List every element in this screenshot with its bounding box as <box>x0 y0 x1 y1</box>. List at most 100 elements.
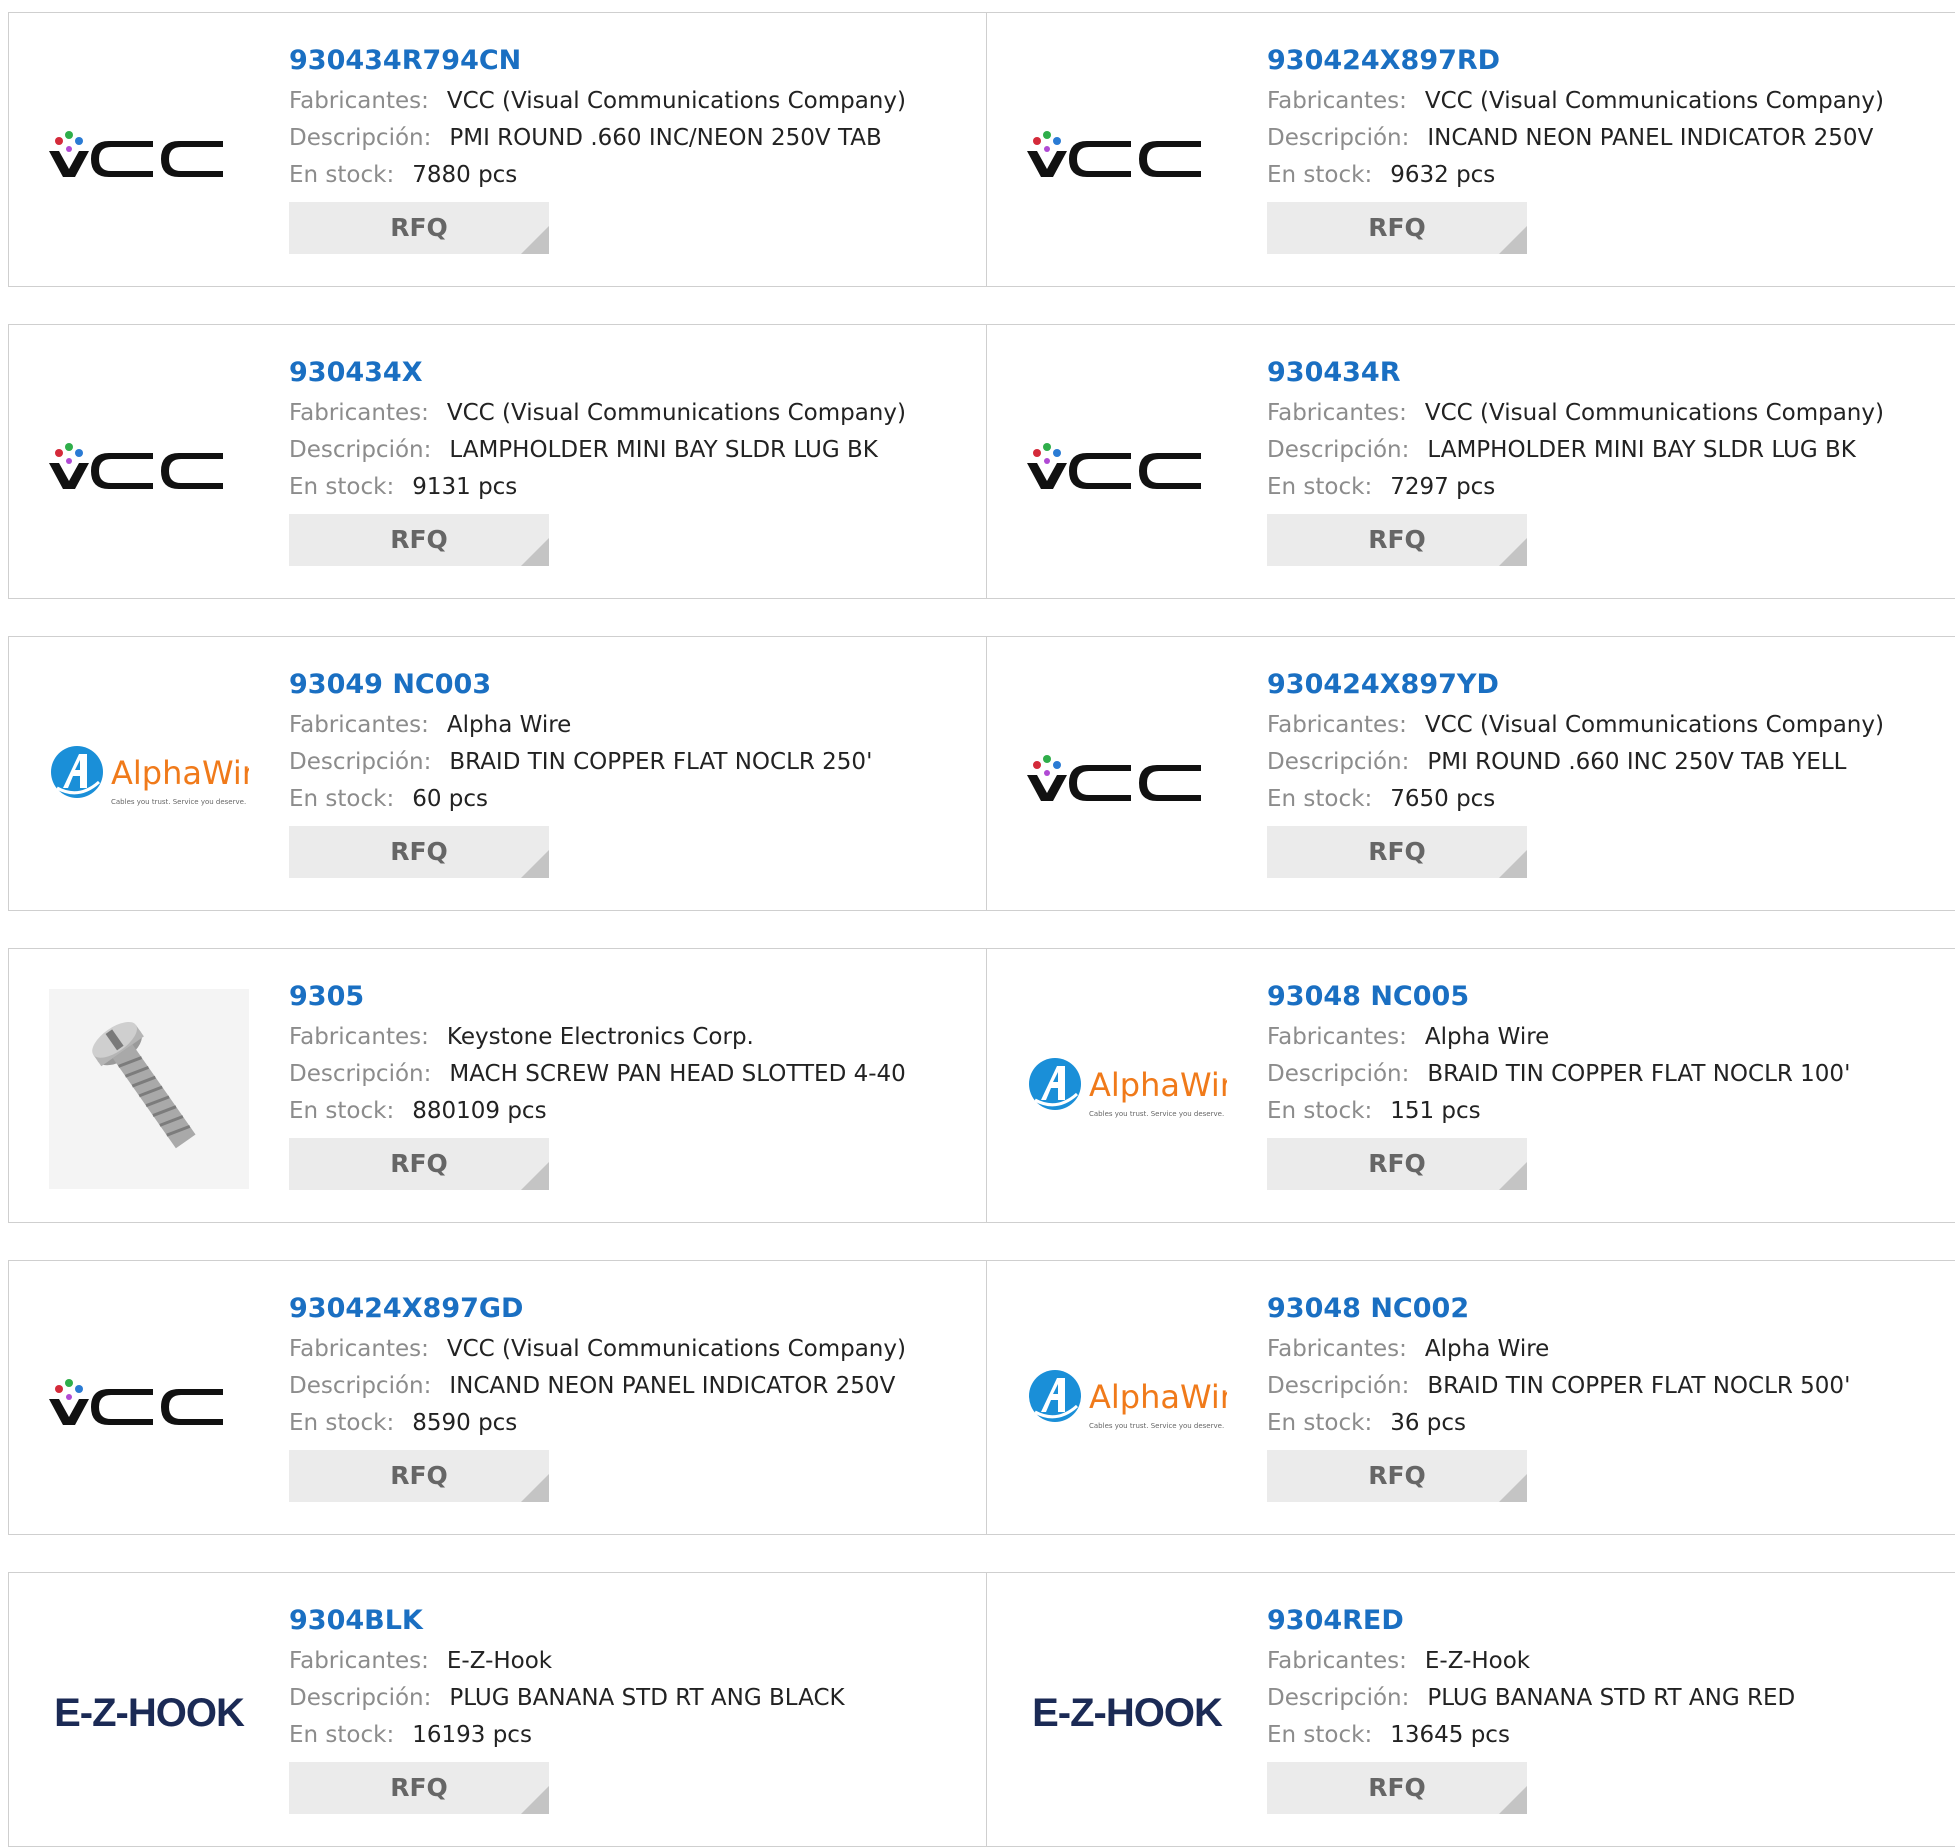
rfq-button[interactable]: RFQ <box>1267 1762 1527 1814</box>
part-number-link[interactable]: 930434R794CN <box>289 43 969 83</box>
description-value: LAMPHOLDER MINI BAY SLDR LUG BK <box>1427 437 1856 463</box>
manufacturer-row: Fabricantes: Alpha Wire <box>1267 1019 1947 1056</box>
brand-logo[interactable]: AlphaWire Cables you trust. Service you d… <box>1027 1301 1227 1501</box>
brand-logo[interactable]: E-Z-HOOK <box>49 1613 249 1813</box>
rfq-button[interactable]: RFQ <box>289 1762 549 1814</box>
manufacturer-value: Alpha Wire <box>1424 1024 1550 1050</box>
manufacturer-row: Fabricantes: E-Z-Hook <box>1267 1643 1947 1680</box>
rfq-label: RFQ <box>1368 837 1426 866</box>
description-value: PLUG BANANA STD RT ANG BLACK <box>449 1685 845 1711</box>
description-row: Descripción: PLUG BANANA STD RT ANG BLACK <box>289 1680 969 1717</box>
description-row: Descripción: PMI ROUND .660 INC 250V TAB … <box>1267 744 1947 781</box>
corner-triangle-icon <box>1499 1786 1527 1814</box>
brand-logo[interactable] <box>1027 365 1227 565</box>
product-card: 930434X Fabricantes: VCC (Visual Communic… <box>9 325 986 598</box>
rfq-button[interactable]: RFQ <box>289 1450 549 1502</box>
vcc-logo-icon <box>1027 131 1201 177</box>
brand-logo[interactable] <box>1027 677 1227 877</box>
product-info: 93048 NC002 Fabricantes: Alpha Wire Descr… <box>1267 1291 1947 1502</box>
stock-label: En stock: <box>289 162 395 188</box>
part-number-link[interactable]: 9305 <box>289 979 969 1019</box>
stock-row: En stock: 7297 pcs <box>1267 469 1947 506</box>
brand-logo[interactable]: AlphaWire Cables you trust. Service you d… <box>1027 989 1227 1189</box>
rfq-button[interactable]: RFQ <box>1267 826 1527 878</box>
description-label: Descripción: <box>289 1685 432 1711</box>
manufacturer-label: Fabricantes: <box>1267 88 1407 114</box>
part-number-link[interactable]: 93048 NC002 <box>1267 1291 1947 1331</box>
description-row: Descripción: BRAID TIN COPPER FLAT NOCLR … <box>1267 1368 1947 1405</box>
part-number-link[interactable]: 9304BLK <box>289 1603 969 1643</box>
part-number-link[interactable]: 930434R <box>1267 355 1947 395</box>
description-row: Descripción: PMI ROUND .660 INC/NEON 250V… <box>289 120 969 157</box>
stock-label: En stock: <box>289 1098 395 1124</box>
brand-logo[interactable] <box>49 365 249 565</box>
rfq-button[interactable]: RFQ <box>289 826 549 878</box>
part-number-link[interactable]: 930424X897YD <box>1267 667 1947 707</box>
part-number-link[interactable]: 930424X897GD <box>289 1291 969 1331</box>
vcc-logo-icon <box>49 1379 223 1425</box>
brand-logo[interactable]: AlphaWire Cables you trust. Service you d… <box>49 677 249 877</box>
corner-triangle-icon <box>521 850 549 878</box>
rfq-button[interactable]: RFQ <box>1267 202 1527 254</box>
description-value: PMI ROUND .660 INC 250V TAB YELL <box>1427 749 1847 775</box>
description-value: PLUG BANANA STD RT ANG RED <box>1427 1685 1796 1711</box>
stock-label: En stock: <box>1267 786 1373 812</box>
description-row: Descripción: INCAND NEON PANEL INDICATOR … <box>1267 120 1947 157</box>
description-label: Descripción: <box>289 437 432 463</box>
stock-value: 7880 pcs <box>412 162 518 188</box>
part-number-link[interactable]: 930434X <box>289 355 969 395</box>
rfq-button[interactable]: RFQ <box>1267 1138 1527 1190</box>
product-card: AlphaWire Cables you trust. Service you d… <box>986 949 1955 1222</box>
corner-triangle-icon <box>521 1474 549 1502</box>
rfq-button[interactable]: RFQ <box>289 202 549 254</box>
product-row: 930434X Fabricantes: VCC (Visual Communic… <box>8 324 1955 599</box>
description-label: Descripción: <box>1267 437 1410 463</box>
product-card: AlphaWire Cables you trust. Service you d… <box>986 1261 1955 1534</box>
rfq-label: RFQ <box>390 525 448 554</box>
rfq-button[interactable]: RFQ <box>1267 1450 1527 1502</box>
brand-logo[interactable] <box>1027 53 1227 253</box>
description-row: Descripción: INCAND NEON PANEL INDICATOR … <box>289 1368 969 1405</box>
part-number-link[interactable]: 9304RED <box>1267 1603 1947 1643</box>
brand-logo[interactable] <box>49 989 249 1189</box>
rfq-label: RFQ <box>390 1773 448 1802</box>
part-number-link[interactable]: 93048 NC005 <box>1267 979 1947 1019</box>
product-row: 9305 Fabricantes: Keystone Electronics Co… <box>8 948 1955 1223</box>
corner-triangle-icon <box>1499 538 1527 566</box>
description-row: Descripción: LAMPHOLDER MINI BAY SLDR LUG… <box>1267 432 1947 469</box>
brand-logo[interactable] <box>49 53 249 253</box>
corner-triangle-icon <box>1499 1474 1527 1502</box>
brand-logo[interactable]: E-Z-HOOK <box>1027 1613 1227 1813</box>
rfq-button[interactable]: RFQ <box>289 1138 549 1190</box>
product-info: 930434R Fabricantes: VCC (Visual Communic… <box>1267 355 1947 566</box>
product-info: 930424X897GD Fabricantes: VCC (Visual Com… <box>289 1291 969 1502</box>
description-label: Descripción: <box>289 749 432 775</box>
corner-triangle-icon <box>1499 1162 1527 1190</box>
stock-value: 7297 pcs <box>1390 474 1496 500</box>
corner-triangle-icon <box>521 226 549 254</box>
screw-photo-icon <box>49 989 249 1189</box>
part-number-link[interactable]: 93049 NC003 <box>289 667 969 707</box>
manufacturer-value: VCC (Visual Communications Company) <box>1424 88 1884 114</box>
description-row: Descripción: MACH SCREW PAN HEAD SLOTTED … <box>289 1056 969 1093</box>
stock-value: 8590 pcs <box>412 1410 518 1436</box>
stock-row: En stock: 13645 pcs <box>1267 1717 1947 1754</box>
manufacturer-row: Fabricantes: VCC (Visual Communications C… <box>289 1331 969 1368</box>
stock-value: 7650 pcs <box>1390 786 1496 812</box>
manufacturer-value: E-Z-Hook <box>446 1648 553 1674</box>
description-row: Descripción: PLUG BANANA STD RT ANG RED <box>1267 1680 1947 1717</box>
brand-logo[interactable] <box>49 1301 249 1501</box>
stock-label: En stock: <box>1267 1410 1373 1436</box>
manufacturer-value: E-Z-Hook <box>1424 1648 1531 1674</box>
description-label: Descripción: <box>1267 1061 1410 1087</box>
part-number-link[interactable]: 930424X897RD <box>1267 43 1947 83</box>
stock-value: 36 pcs <box>1390 1410 1467 1436</box>
product-card: 930424X897GD Fabricantes: VCC (Visual Com… <box>9 1261 986 1534</box>
product-info: 9305 Fabricantes: Keystone Electronics Co… <box>289 979 969 1190</box>
rfq-button[interactable]: RFQ <box>289 514 549 566</box>
rfq-button[interactable]: RFQ <box>1267 514 1527 566</box>
product-card: 930424X897RD Fabricantes: VCC (Visual Com… <box>986 13 1955 286</box>
product-card: E-Z-HOOK 9304BLK Fabricantes: E-Z-Hook De… <box>9 1573 986 1846</box>
stock-label: En stock: <box>289 474 395 500</box>
stock-value: 9632 pcs <box>1390 162 1496 188</box>
